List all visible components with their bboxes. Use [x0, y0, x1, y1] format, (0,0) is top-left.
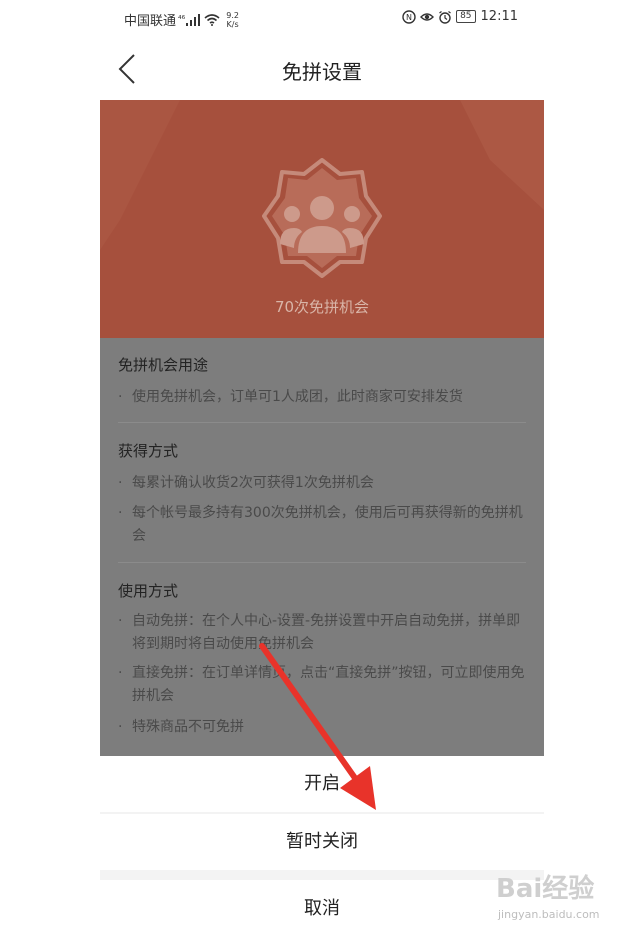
net-speed-value: 9.2 — [226, 10, 239, 20]
status-bar: 中国联通 ⁴⁶ 9.2 K/s N 85 12:11 — [100, 0, 544, 38]
watermark-url: jingyan.baidu.com — [498, 908, 600, 921]
eye-icon — [420, 12, 435, 21]
divider — [118, 562, 526, 563]
svg-text:N: N — [406, 13, 412, 22]
cancel-button[interactable]: 取消 — [100, 880, 544, 938]
hero-banner: 70次免拼机会 — [100, 100, 544, 338]
list-item: 自动免拼：在个人中心-设置-免拼设置中开启自动免拼，拼单即将到期时将自动使用免拼… — [118, 610, 528, 656]
list-item: 使用免拼机会，订单可1人成团，此时商家可安排发货 — [118, 386, 528, 409]
section-title-usage: 免拼机会用途 — [118, 356, 209, 374]
status-right: N 85 12:11 — [402, 9, 518, 24]
nav-bar: 免拼设置 — [100, 38, 544, 100]
status-left: 中国联通 ⁴⁶ 9.2 K/s — [124, 10, 239, 30]
divider — [118, 422, 526, 423]
info-content: 免拼机会用途 使用免拼机会，订单可1人成团，此时商家可安排发货 获得方式 每累计… — [100, 338, 544, 756]
list-item: 特殊商品不可免拼 — [118, 716, 528, 739]
free-group-count: 70次免拼机会 — [274, 298, 370, 316]
net-speed: 9.2 K/s — [226, 11, 239, 29]
carrier-label: 中国联通 — [124, 14, 177, 29]
battery-indicator: 85 — [456, 10, 476, 23]
list-item: 每累计确认收货2次可获得1次免拼机会 — [118, 472, 528, 495]
watermark-logo: Bai经验 — [496, 874, 595, 904]
network-type: ⁴⁶ — [178, 14, 186, 25]
list-item: 每个帐号最多持有300次免拼机会，使用后可再获得新的免拼机会 — [118, 502, 528, 548]
pause-button[interactable]: 暂时关闭 — [100, 814, 544, 870]
signal-icon — [186, 13, 201, 26]
watermark: Bai经验 jingyan.baidu.com — [486, 868, 636, 928]
enable-button[interactable]: 开启 — [100, 756, 544, 812]
nfc-icon: N — [402, 9, 416, 24]
section-title-obtain: 获得方式 — [118, 442, 179, 460]
group-badge-icon — [262, 158, 382, 278]
page-title: 免拼设置 — [282, 60, 362, 84]
phone-screen: 中国联通 ⁴⁶ 9.2 K/s N 85 12:11 免拼设置 70次免拼机会 … — [100, 0, 544, 938]
clock: 12:11 — [480, 9, 518, 24]
action-sheet: 开启 暂时关闭 取消 — [100, 756, 544, 938]
section-title-method: 使用方式 — [118, 582, 179, 600]
net-speed-unit: K/s — [226, 19, 239, 29]
alarm-icon — [439, 10, 451, 24]
list-item: 直接免拼：在订单详情页，点击“直接免拼”按钮，可立即使用免拼机会 — [118, 662, 528, 708]
wifi-icon — [204, 13, 220, 26]
